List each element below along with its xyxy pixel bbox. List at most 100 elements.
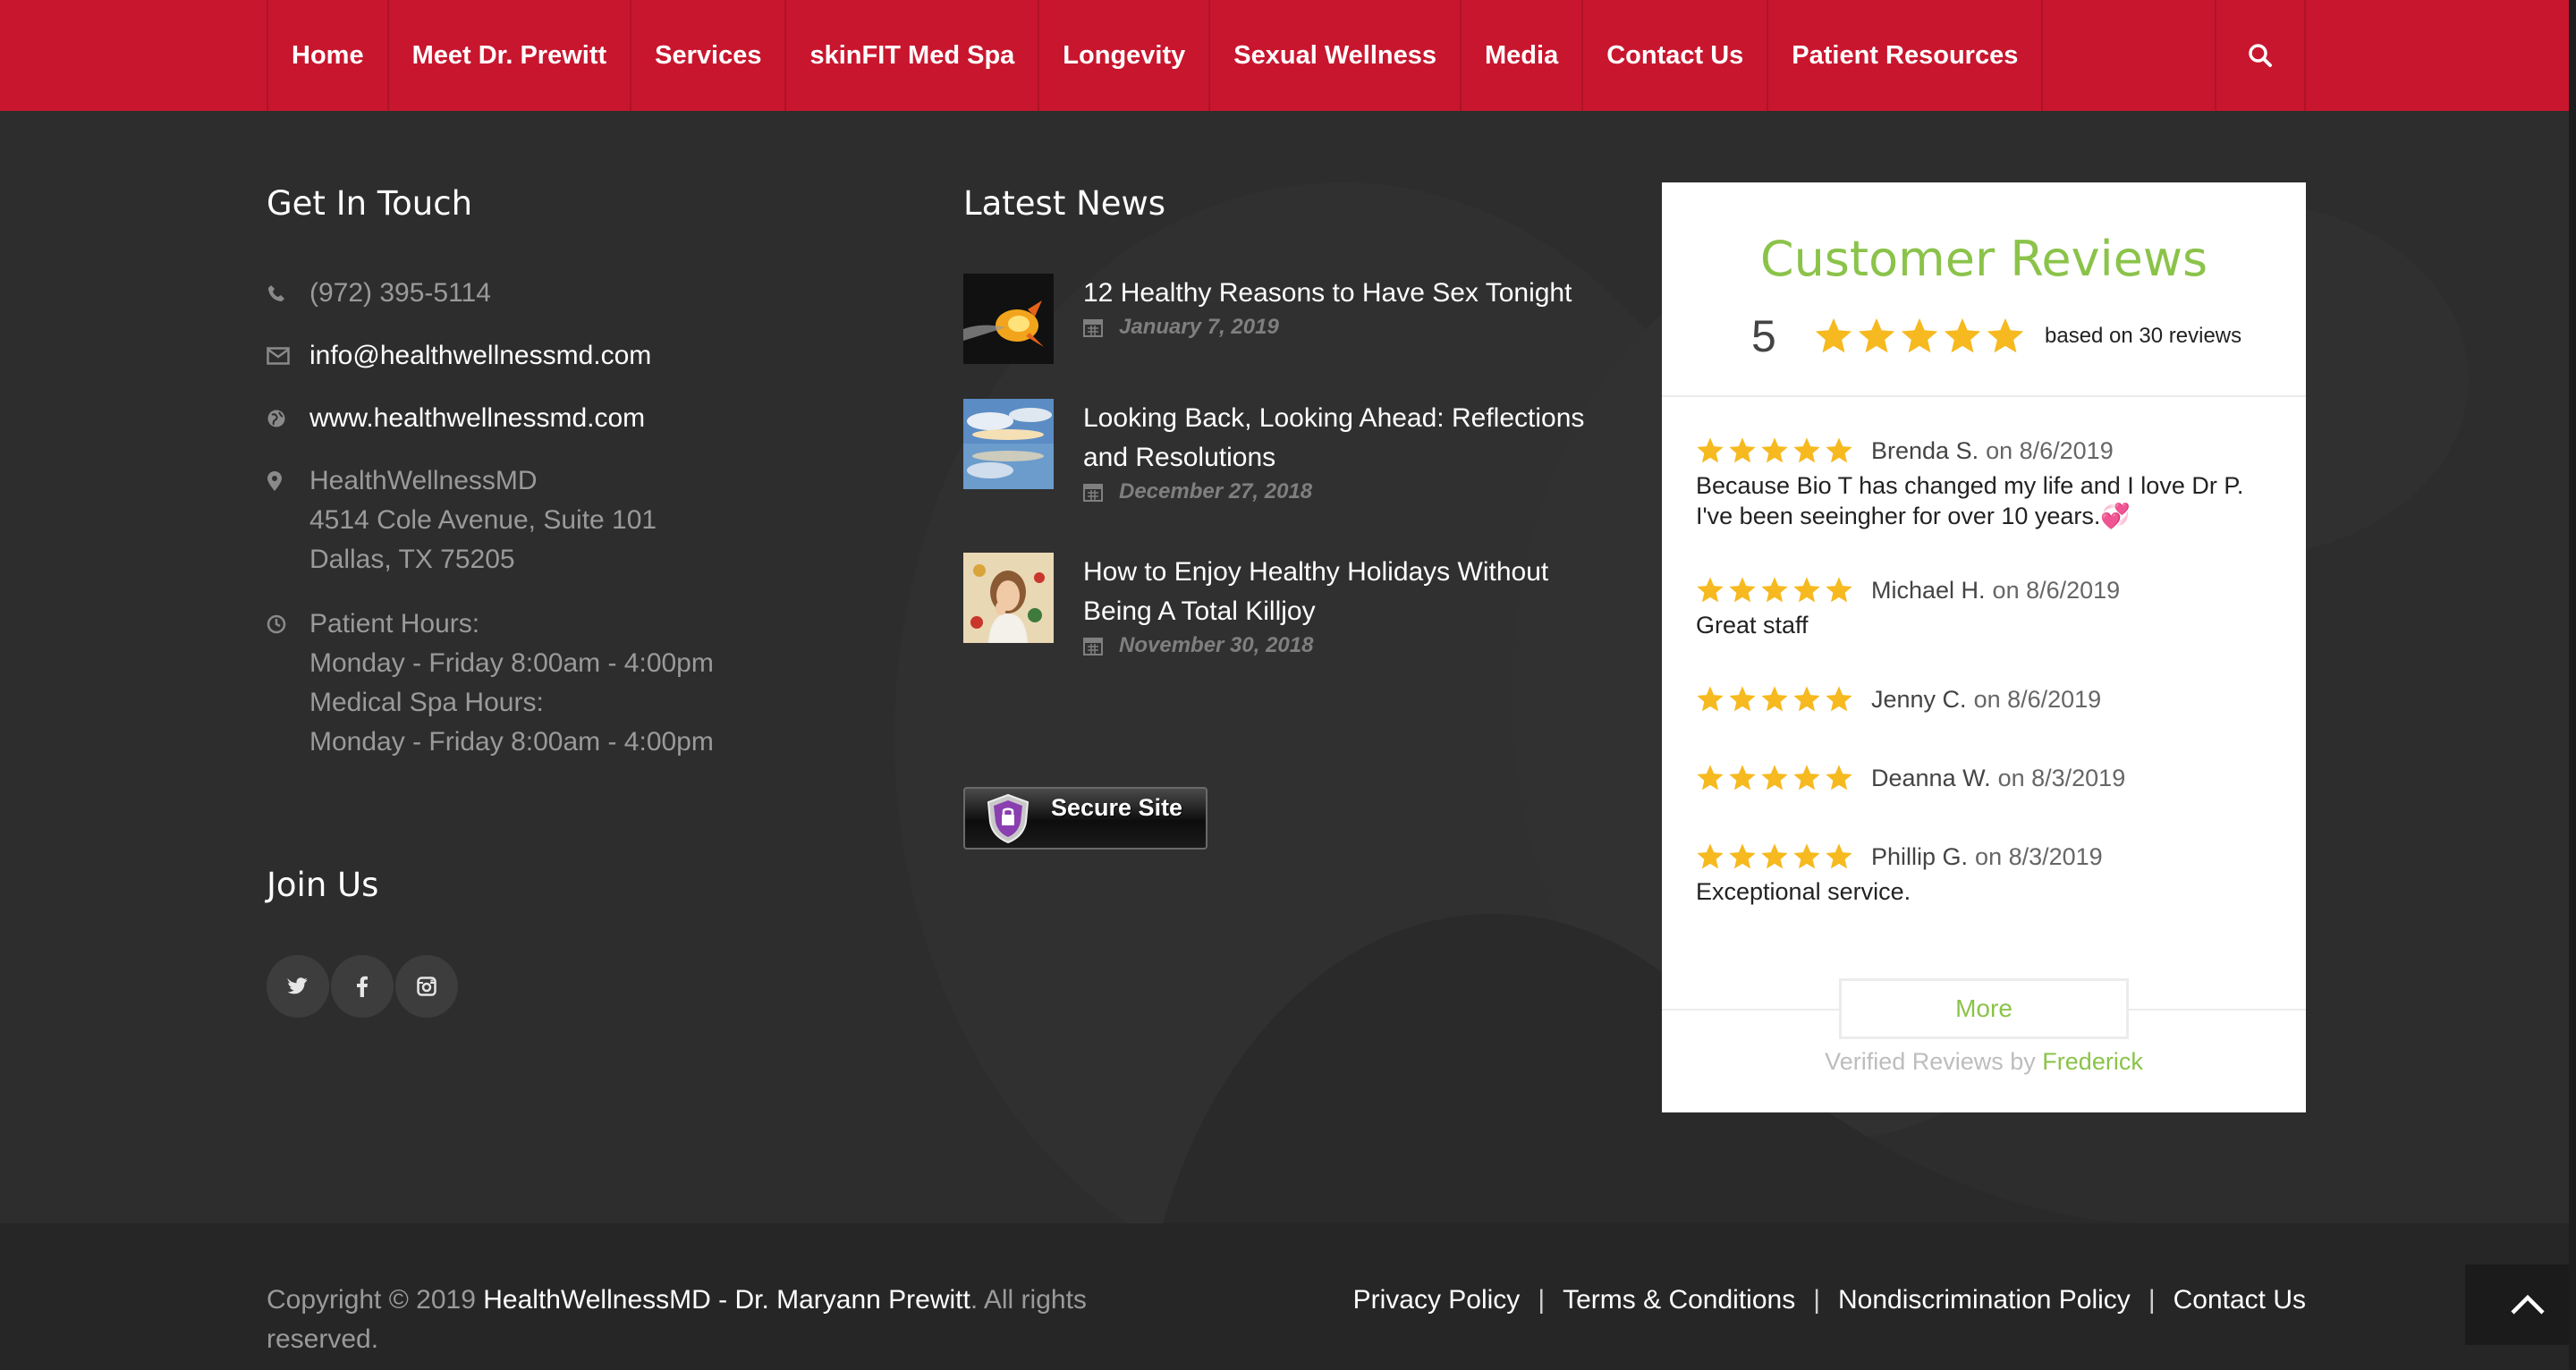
star-icon bbox=[1826, 843, 1852, 869]
phone-number[interactable]: (972) 395-5114 bbox=[309, 274, 491, 313]
review-date: on 8/6/2019 bbox=[1973, 685, 2102, 713]
star-icon bbox=[1826, 765, 1852, 791]
star-icon bbox=[1987, 317, 2024, 353]
rating-score: 5 bbox=[1751, 311, 1776, 361]
news-thumbnail[interactable] bbox=[963, 399, 1054, 489]
email-link[interactable]: info@healthwellnessmd.com bbox=[309, 336, 651, 376]
star-icon bbox=[1761, 686, 1788, 712]
verified-by: Verified Reviews by Frederick bbox=[1662, 1048, 2306, 1076]
nav-item-contact-us[interactable]: Contact Us bbox=[1581, 0, 1767, 111]
map-marker-icon bbox=[267, 461, 309, 501]
website-link[interactable]: www.healthwellnessmd.com bbox=[309, 399, 645, 438]
news-thumbnail[interactable] bbox=[963, 553, 1054, 643]
news-title[interactable]: How to Enjoy Healthy Holidays Without Be… bbox=[1083, 553, 1620, 631]
review-text: Exceptional service. bbox=[1696, 878, 1911, 905]
nav-item-media[interactable]: Media bbox=[1460, 0, 1581, 111]
review-text: Great staff bbox=[1696, 612, 1809, 638]
review-text: Because Bio T has changed my life and I … bbox=[1696, 472, 2244, 529]
reviewer-name: Jenny C. bbox=[1871, 685, 1967, 713]
nav-item-services[interactable]: Services bbox=[630, 0, 784, 111]
reviewer-name: Brenda S. bbox=[1871, 436, 1979, 464]
search-icon bbox=[2249, 44, 2272, 67]
news-title[interactable]: Looking Back, Looking Ahead: Reflections… bbox=[1083, 399, 1620, 478]
secure-site-label: Secure Site bbox=[1051, 794, 1183, 821]
nav-item-meet-dr-prewitt[interactable]: Meet Dr. Prewitt bbox=[386, 0, 631, 111]
copyright-prefix: Copyright © 2019 bbox=[267, 1285, 476, 1315]
star-icon bbox=[1826, 577, 1852, 603]
star-icon bbox=[1697, 686, 1724, 712]
contact-website: www.healthwellnessmd.com bbox=[267, 399, 645, 438]
review-date: on 8/6/2019 bbox=[1992, 576, 2121, 604]
nav-menu: Home Meet Dr. Prewitt Services skinFIT Med … bbox=[267, 0, 2044, 111]
instagram-icon bbox=[417, 977, 436, 996]
news-date: November 30, 2018 bbox=[1119, 633, 1314, 657]
calendar-icon bbox=[1083, 484, 1103, 502]
star-icon bbox=[1793, 686, 1820, 712]
footer-contact-link[interactable]: Contact Us bbox=[2174, 1281, 2306, 1320]
review-item: Jenny C. on 8/6/2019 bbox=[1696, 681, 2277, 717]
review-date: on 8/3/2019 bbox=[1975, 842, 2103, 870]
nav-item-skinfit-med-spa[interactable]: skinFIT Med Spa bbox=[784, 0, 1038, 111]
contact-address: HealthWellnessMD 4514 Cole Avenue, Suite… bbox=[267, 461, 657, 579]
review-item: Phillip G. on 8/3/2019 Exceptional servi… bbox=[1696, 839, 2277, 907]
reviewer-name: Michael H. bbox=[1871, 576, 1986, 604]
star-icon bbox=[1944, 317, 1981, 353]
news-title[interactable]: 12 Healthy Reasons to Have Sex Tonight bbox=[1083, 274, 1620, 313]
star-icon bbox=[1793, 577, 1820, 603]
address-city: Dallas, TX 75205 bbox=[309, 545, 515, 574]
calendar-icon bbox=[1083, 319, 1103, 337]
reviews-summary: 5 based on 30 reviews bbox=[1751, 309, 2241, 363]
spa-hours-label: Medical Spa Hours: bbox=[309, 688, 544, 717]
verified-brand-link[interactable]: Frederick bbox=[2042, 1048, 2143, 1075]
review-item: Michael H. on 8/6/2019 Great staff bbox=[1696, 572, 2277, 640]
news-thumbnail[interactable] bbox=[963, 274, 1054, 364]
news-heading: Latest News bbox=[963, 184, 1166, 223]
terms-conditions-link[interactable]: Terms & Conditions bbox=[1563, 1281, 1795, 1320]
social-links bbox=[267, 955, 458, 1018]
star-icon bbox=[1729, 577, 1756, 603]
shield-icon bbox=[987, 793, 1030, 844]
spa-hours: Monday - Friday 8:00am - 4:00pm bbox=[309, 727, 714, 757]
reviews-count: based on 30 reviews bbox=[2045, 324, 2242, 348]
privacy-policy-link[interactable]: Privacy Policy bbox=[1353, 1281, 1521, 1320]
reviews-divider bbox=[1662, 395, 2306, 397]
star-icon bbox=[1761, 843, 1788, 869]
clock-icon bbox=[267, 605, 309, 644]
facebook-button[interactable] bbox=[331, 955, 394, 1018]
instagram-button[interactable] bbox=[395, 955, 458, 1018]
address-street: 4514 Cole Avenue, Suite 101 bbox=[309, 505, 657, 535]
back-to-top-button[interactable] bbox=[2465, 1264, 2576, 1345]
secure-site-badge[interactable]: Secure Site bbox=[963, 787, 1208, 850]
review-stars bbox=[1696, 685, 1853, 714]
chevron-up-icon bbox=[2511, 1294, 2545, 1315]
nav-item-longevity[interactable]: Longevity bbox=[1038, 0, 1208, 111]
footer: Copyright © 2019 HealthWellnessMD - Dr. … bbox=[0, 1223, 2569, 1370]
twitter-icon bbox=[287, 977, 308, 994]
search-button[interactable] bbox=[2215, 0, 2306, 111]
star-icon bbox=[1815, 317, 1852, 353]
star-icon bbox=[1826, 686, 1852, 712]
review-stars bbox=[1696, 576, 1853, 605]
contact-heading: Get In Touch bbox=[267, 184, 473, 223]
contact-phone: (972) 395-5114 bbox=[267, 274, 491, 313]
reviewer-name: Deanna W. bbox=[1871, 764, 1991, 791]
more-reviews-button[interactable]: More bbox=[1839, 978, 2129, 1039]
page: Home Meet Dr. Prewitt Services skinFIT Med … bbox=[0, 0, 2569, 1370]
nav-item-sexual-wellness[interactable]: Sexual Wellness bbox=[1208, 0, 1460, 111]
twitter-button[interactable] bbox=[267, 955, 329, 1018]
social-heading: Join Us bbox=[267, 866, 379, 904]
copyright: Copyright © 2019 HealthWellnessMD - Dr. … bbox=[267, 1281, 1197, 1359]
nav-item-patient-resources[interactable]: Patient Resources bbox=[1767, 0, 2044, 111]
star-icon bbox=[1697, 765, 1724, 791]
nav-item-home[interactable]: Home bbox=[267, 0, 387, 111]
review-item: Brenda S. on 8/6/2019 Because Bio T has … bbox=[1696, 433, 2277, 531]
star-icon bbox=[1697, 843, 1724, 869]
star-icon bbox=[1729, 765, 1756, 791]
nondiscrimination-policy-link[interactable]: Nondiscrimination Policy bbox=[1838, 1281, 2131, 1320]
envelope-icon bbox=[267, 336, 309, 376]
star-icon bbox=[1858, 317, 1895, 353]
page-scrollbar[interactable] bbox=[2569, 0, 2576, 1370]
copyright-name-link[interactable]: HealthWellnessMD - Dr. Maryann Prewitt bbox=[483, 1285, 970, 1315]
footer-links: Privacy Policy | Terms & Conditions | No… bbox=[1353, 1281, 2306, 1320]
news-date: January 7, 2019 bbox=[1119, 315, 1279, 339]
